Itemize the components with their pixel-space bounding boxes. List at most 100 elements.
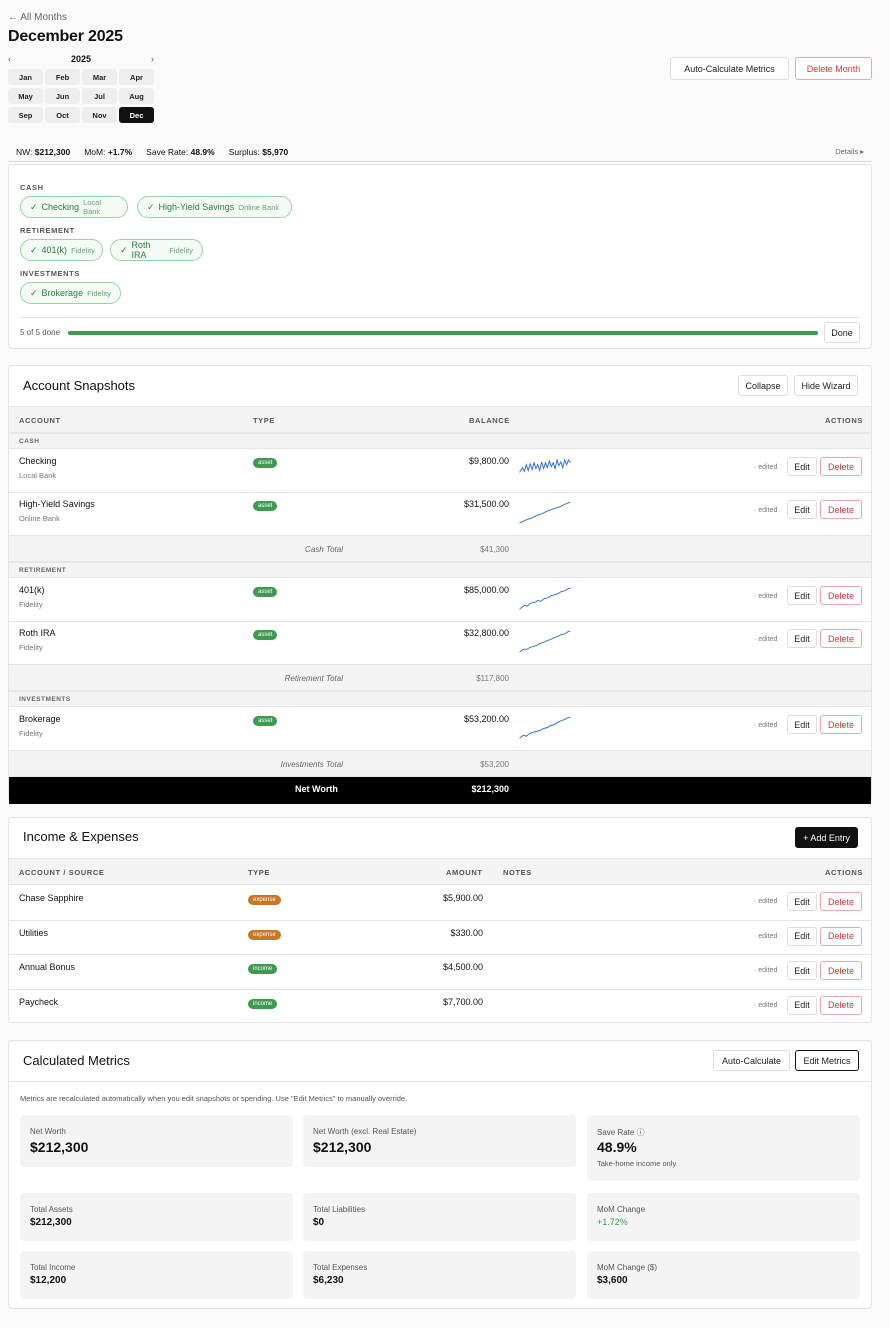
balance-sparkline [519,587,571,610]
delete-button[interactable]: Delete [820,586,862,605]
edit-button[interactable]: Edit [787,926,817,946]
month-button-jan[interactable]: Jan [8,69,43,85]
delete-button[interactable]: Delete [820,892,862,911]
wizard-chip-institution: Online Bank [238,202,280,212]
check-icon: ✓ [30,244,38,255]
wizard-chip-name: High-Yield Savings [158,202,235,212]
balance-value: $53,200.00 [463,714,509,724]
col-account: ACCOUNT [19,416,61,425]
hide-wizard-button[interactable]: Hide Wizard [794,375,858,396]
month-button-feb[interactable]: Feb [45,69,80,85]
wizard-chip-name: 401(k) [41,245,68,255]
month-button-may[interactable]: May [8,88,43,104]
month-button-oct[interactable]: Oct [45,107,80,123]
col-amount: AMOUNT [446,868,483,877]
income-expenses-card: Income & Expenses + Add Entry ACCOUNT / … [8,817,872,1023]
edit-button[interactable]: Edit [787,500,817,519]
sparkline-path [519,458,571,473]
edited-indicator: · edited [754,967,778,974]
month-button-mar[interactable]: Mar [82,69,117,85]
wizard-chip-roth-ira[interactable]: ✓ Roth IRA Fidelity [110,239,203,261]
year-selector: ‹ 2025 › [8,54,154,66]
wizard-done-button[interactable]: Done [824,322,860,343]
month-button-dec[interactable]: Dec [119,107,154,123]
delete-button[interactable]: Delete [820,926,862,946]
subtotal-label: Cash Total [305,545,343,554]
type-badge: asset [253,458,278,468]
metric-note: Take-home income only [597,1159,677,1168]
balance-sparkline [519,716,571,739]
delete-button[interactable]: Delete [820,629,862,648]
account-name: 401(k) [19,585,45,595]
delete-button[interactable]: Delete [820,500,862,519]
metric-value: $6,230 [313,1275,344,1286]
edit-button[interactable]: Edit [787,457,817,476]
month-button-aug[interactable]: Aug [119,88,154,104]
auto-calculate-metrics-button[interactable]: Auto-Calculate Metrics [670,57,789,80]
wizard-chip-brokerage[interactable]: ✓ Brokerage Fidelity [20,282,121,304]
delete-button[interactable]: Delete [820,961,862,980]
month-button-sep[interactable]: Sep [8,107,43,123]
metric-label: Total Liabilities [313,1205,366,1214]
balance-sparkline [519,458,571,473]
next-year-button[interactable]: › [151,54,154,64]
edit-button[interactable]: Edit [787,629,817,648]
wizard-chip-high-yield-savings[interactable]: ✓ High-Yield Savings Online Bank [137,196,292,218]
back-to-all-months-link[interactable]: ← All Months [8,12,67,23]
metric-total-expenses: Total Expenses $6,230 [303,1251,576,1299]
details-toggle[interactable]: Details ▸ [835,147,864,156]
type-badge: income [248,998,278,1009]
delete-button[interactable]: Delete [820,995,862,1015]
check-icon: ✓ [30,201,38,212]
type-badge: income [248,964,278,974]
delete-button[interactable]: Delete [820,457,862,476]
snapshots-table-header: ACCOUNT TYPE BALANCE ACTIONS [9,406,871,433]
wizard-chip-name: Roth IRA [131,240,151,260]
metric-total-income: Total Income $12,200 [20,1251,293,1299]
delete-month-button[interactable]: Delete Month [795,57,872,80]
wizard-chip-institution: Fidelity [169,245,193,255]
add-entry-button[interactable]: + Add Entry [795,827,858,848]
auto-calculate-button[interactable]: Auto-Calculate [713,1050,790,1071]
sparkline-path [519,587,571,610]
metrics-note: Metrics are recalculated automatically w… [20,1094,408,1103]
edit-button[interactable]: Edit [787,715,817,734]
edit-button[interactable]: Edit [787,961,817,980]
edit-button[interactable]: Edit [787,995,817,1015]
net-worth-value: $212,300 [471,784,509,794]
metric-label: MoM Change ($) [597,1263,658,1272]
month-button-apr[interactable]: Apr [119,69,154,85]
metric-mom-change: MoM Change +1.72% [587,1193,860,1241]
metric-label: MoM Change [597,1205,646,1214]
metric-value: $212,300 [30,1139,89,1155]
metric-value: 48.9% [597,1139,637,1155]
type-badge: asset [253,716,278,726]
subtotal-label: Retirement Total [284,674,343,683]
metric-total-liabilities: Total Liabilities $0 [303,1193,576,1241]
account-snapshots-card: Account Snapshots Collapse Hide Wizard A… [8,365,872,804]
delete-button[interactable]: Delete [820,715,862,734]
month-button-nov[interactable]: Nov [82,107,117,123]
edited-indicator: · edited [754,593,778,600]
subtotal-label: Investments Total [280,760,343,769]
edited-indicator: · edited [754,636,778,643]
category-label: CASH [19,438,40,445]
entry-source: Chase Sapphire [19,893,84,903]
balance-value: $32,800.00 [463,628,509,638]
col-account-source: ACCOUNT / SOURCE [19,868,105,877]
edit-button[interactable]: Edit [787,892,817,911]
wizard-progress-text: 5 of 5 done [20,328,61,337]
edit-metrics-button[interactable]: Edit Metrics [795,1050,859,1071]
balance-value: $9,800.00 [468,456,509,466]
subtotal-value: $53,200 [480,760,509,769]
month-button-jul[interactable]: Jul [82,88,117,104]
month-button-jun[interactable]: Jun [45,88,80,104]
wizard-chip-401-k-[interactable]: ✓ 401(k) Fidelity [20,239,103,261]
collapse-button[interactable]: Collapse [738,375,788,396]
wizard-progress-fill [68,331,818,335]
edit-button[interactable]: Edit [787,586,817,605]
income-table-header: ACCOUNT / SOURCE TYPE AMOUNT NOTES ACTIO… [9,858,871,885]
wizard-chip-institution: Fidelity [87,288,111,298]
wizard-chip-checking[interactable]: ✓ Checking Local Bank [20,196,128,218]
balance-value: $85,000.00 [463,585,509,595]
